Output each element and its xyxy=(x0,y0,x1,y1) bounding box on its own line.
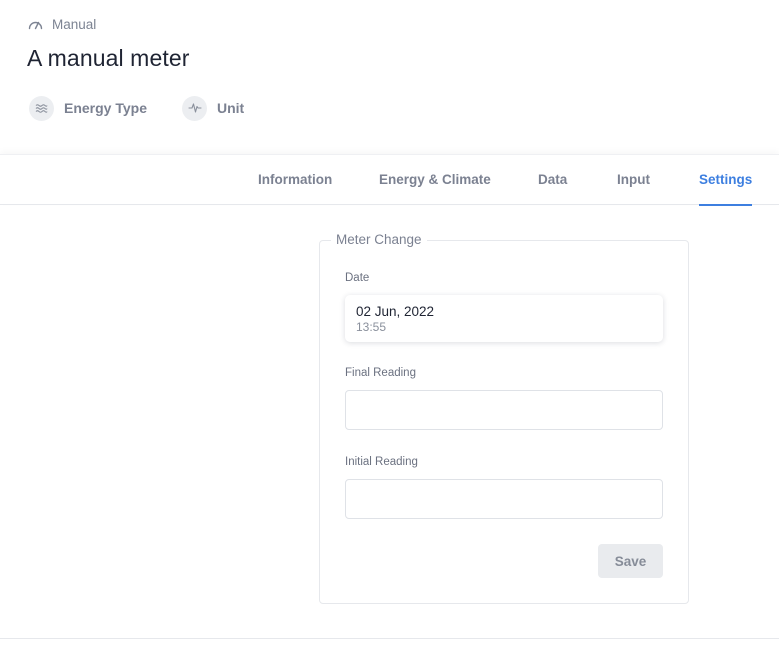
tab-bar: Information Energy & Climate Data Input … xyxy=(0,154,779,206)
date-label: Date xyxy=(345,272,370,284)
date-value: 02 Jun, 2022 xyxy=(356,304,435,319)
breadcrumb-label[interactable]: Manual xyxy=(52,17,96,32)
tab-energy-climate[interactable]: Energy & Climate xyxy=(379,155,491,205)
energy-type-item: Energy Type xyxy=(29,95,147,121)
meter-change-panel: Meter Change Date 02 Jun, 2022 13:55 Fin… xyxy=(319,232,689,604)
tab-settings[interactable]: Settings xyxy=(699,155,753,206)
wave-lines-icon xyxy=(29,95,54,121)
time-value: 13:55 xyxy=(356,320,387,334)
gauge-icon xyxy=(28,17,43,32)
bottom-divider xyxy=(0,638,779,639)
final-reading-label: Final Reading xyxy=(345,367,416,379)
meter-meta: Energy Type Unit xyxy=(29,95,279,121)
meter-change-legend: Meter Change xyxy=(331,232,427,247)
date-picker[interactable]: 02 Jun, 2022 13:55 xyxy=(345,295,663,342)
unit-item: Unit xyxy=(182,95,245,121)
save-button[interactable]: Save xyxy=(598,544,663,578)
pulse-icon xyxy=(182,95,207,121)
tab-information[interactable]: Information xyxy=(258,155,332,205)
tab-input[interactable]: Input xyxy=(617,155,650,205)
initial-reading-label: Initial Reading xyxy=(345,456,418,468)
page-title: A manual meter xyxy=(27,45,190,71)
final-reading-input[interactable] xyxy=(345,390,663,430)
tab-data[interactable]: Data xyxy=(538,155,567,205)
energy-type-label: Energy Type xyxy=(64,100,147,116)
breadcrumb: Manual xyxy=(28,15,96,33)
unit-label: Unit xyxy=(217,100,245,116)
initial-reading-input[interactable] xyxy=(345,479,663,519)
